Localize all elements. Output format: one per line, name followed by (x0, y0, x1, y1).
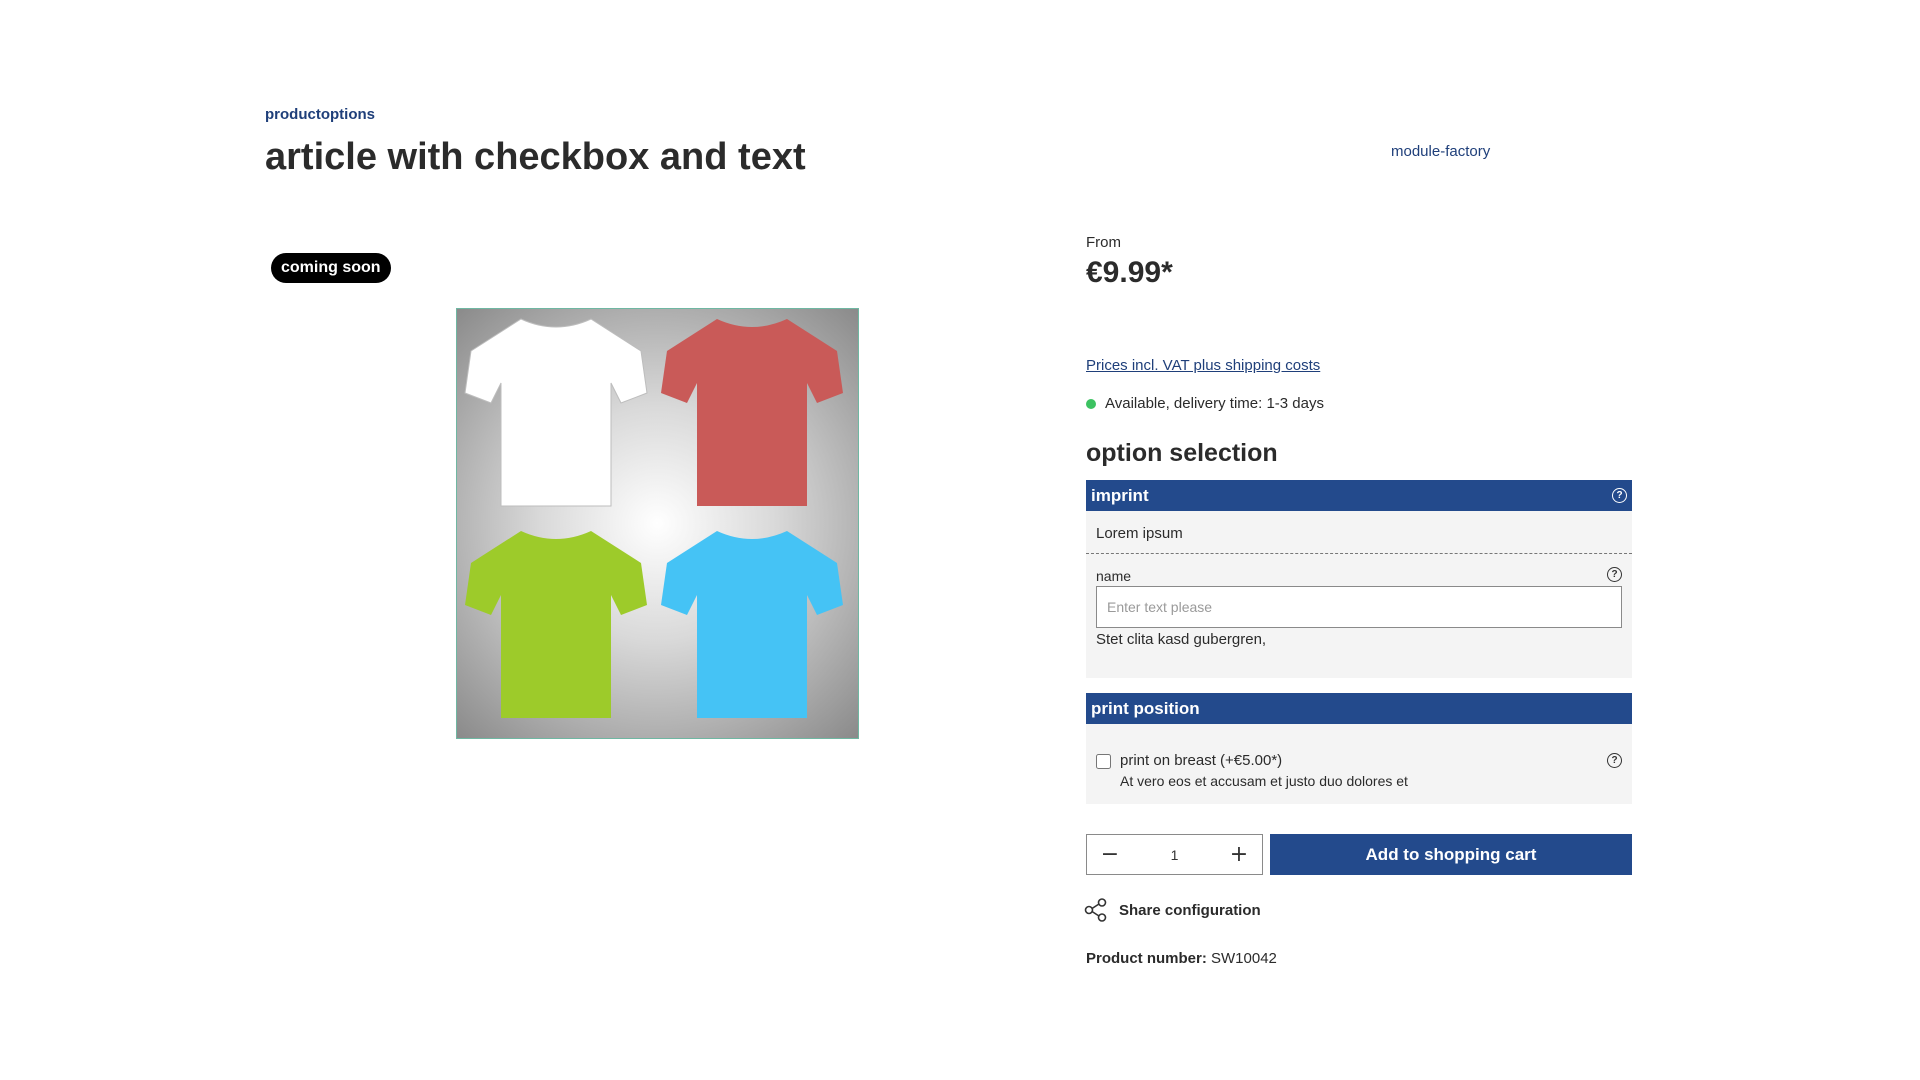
share-configuration-label: Share configuration (1119, 901, 1261, 919)
print-position-option-panel: print position print on breast (+€5.00*)… (1086, 693, 1632, 804)
share-configuration-link[interactable]: Share configuration (1084, 898, 1261, 922)
help-icon[interactable]: ? (1607, 567, 1622, 582)
manufacturer-link[interactable]: module-factory (1391, 143, 1490, 160)
name-text-input[interactable] (1096, 586, 1622, 628)
print-on-breast-checkbox[interactable] (1096, 754, 1111, 769)
decrease-quantity-button[interactable]: − (1099, 842, 1121, 867)
coming-soon-badge: coming soon (271, 253, 391, 283)
product-number-label: Product number: (1086, 950, 1207, 967)
quantity-value[interactable]: 1 (1171, 847, 1179, 863)
name-field-label: name (1096, 568, 1132, 584)
price-from-label: From (1086, 234, 1121, 251)
print-position-option-title: print position (1091, 698, 1200, 718)
print-on-breast-description: At vero eos et accusam et justo duo dolo… (1120, 773, 1408, 789)
blue-shirt (661, 531, 843, 718)
option-selection-heading: option selection (1086, 439, 1278, 467)
white-shirt (464, 318, 648, 507)
product-image[interactable] (456, 308, 859, 739)
share-icon (1084, 898, 1107, 922)
imprint-option-title: imprint (1091, 485, 1149, 505)
imprint-description: Lorem ipsum (1096, 525, 1183, 542)
name-field-hint: Stet clita kasd gubergren, (1096, 631, 1267, 648)
quantity-stepper: − 1 + (1086, 834, 1263, 875)
breadcrumb-link[interactable]: productoptions (265, 106, 375, 123)
vat-shipping-link[interactable]: Prices incl. VAT plus shipping costs (1086, 357, 1320, 374)
imprint-option-panel: imprint ? Lorem ipsum name ? Stet clita … (1086, 480, 1632, 678)
product-price: €9.99* (1086, 256, 1173, 289)
green-shirt (465, 531, 647, 718)
availability-text: Available, delivery time: 1-3 days (1105, 395, 1324, 412)
tshirts-image (464, 318, 843, 718)
red-shirt (661, 319, 843, 506)
product-number-value: SW10042 (1211, 950, 1277, 967)
help-icon[interactable]: ? (1607, 753, 1622, 768)
imprint-option-header[interactable]: imprint ? (1086, 480, 1632, 511)
divider (1086, 553, 1632, 554)
increase-quantity-button[interactable]: + (1228, 842, 1250, 867)
help-icon[interactable]: ? (1612, 488, 1627, 503)
product-title: article with checkbox and text (265, 136, 806, 178)
availability-status: Available, delivery time: 1-3 days (1086, 395, 1324, 412)
product-number: Product number: SW10042 (1086, 950, 1277, 967)
availability-dot-icon (1086, 398, 1096, 409)
print-position-option-header[interactable]: print position (1086, 693, 1632, 724)
print-on-breast-label[interactable]: print on breast (+€5.00*) (1120, 752, 1282, 769)
add-to-cart-button[interactable]: Add to shopping cart (1270, 834, 1632, 875)
